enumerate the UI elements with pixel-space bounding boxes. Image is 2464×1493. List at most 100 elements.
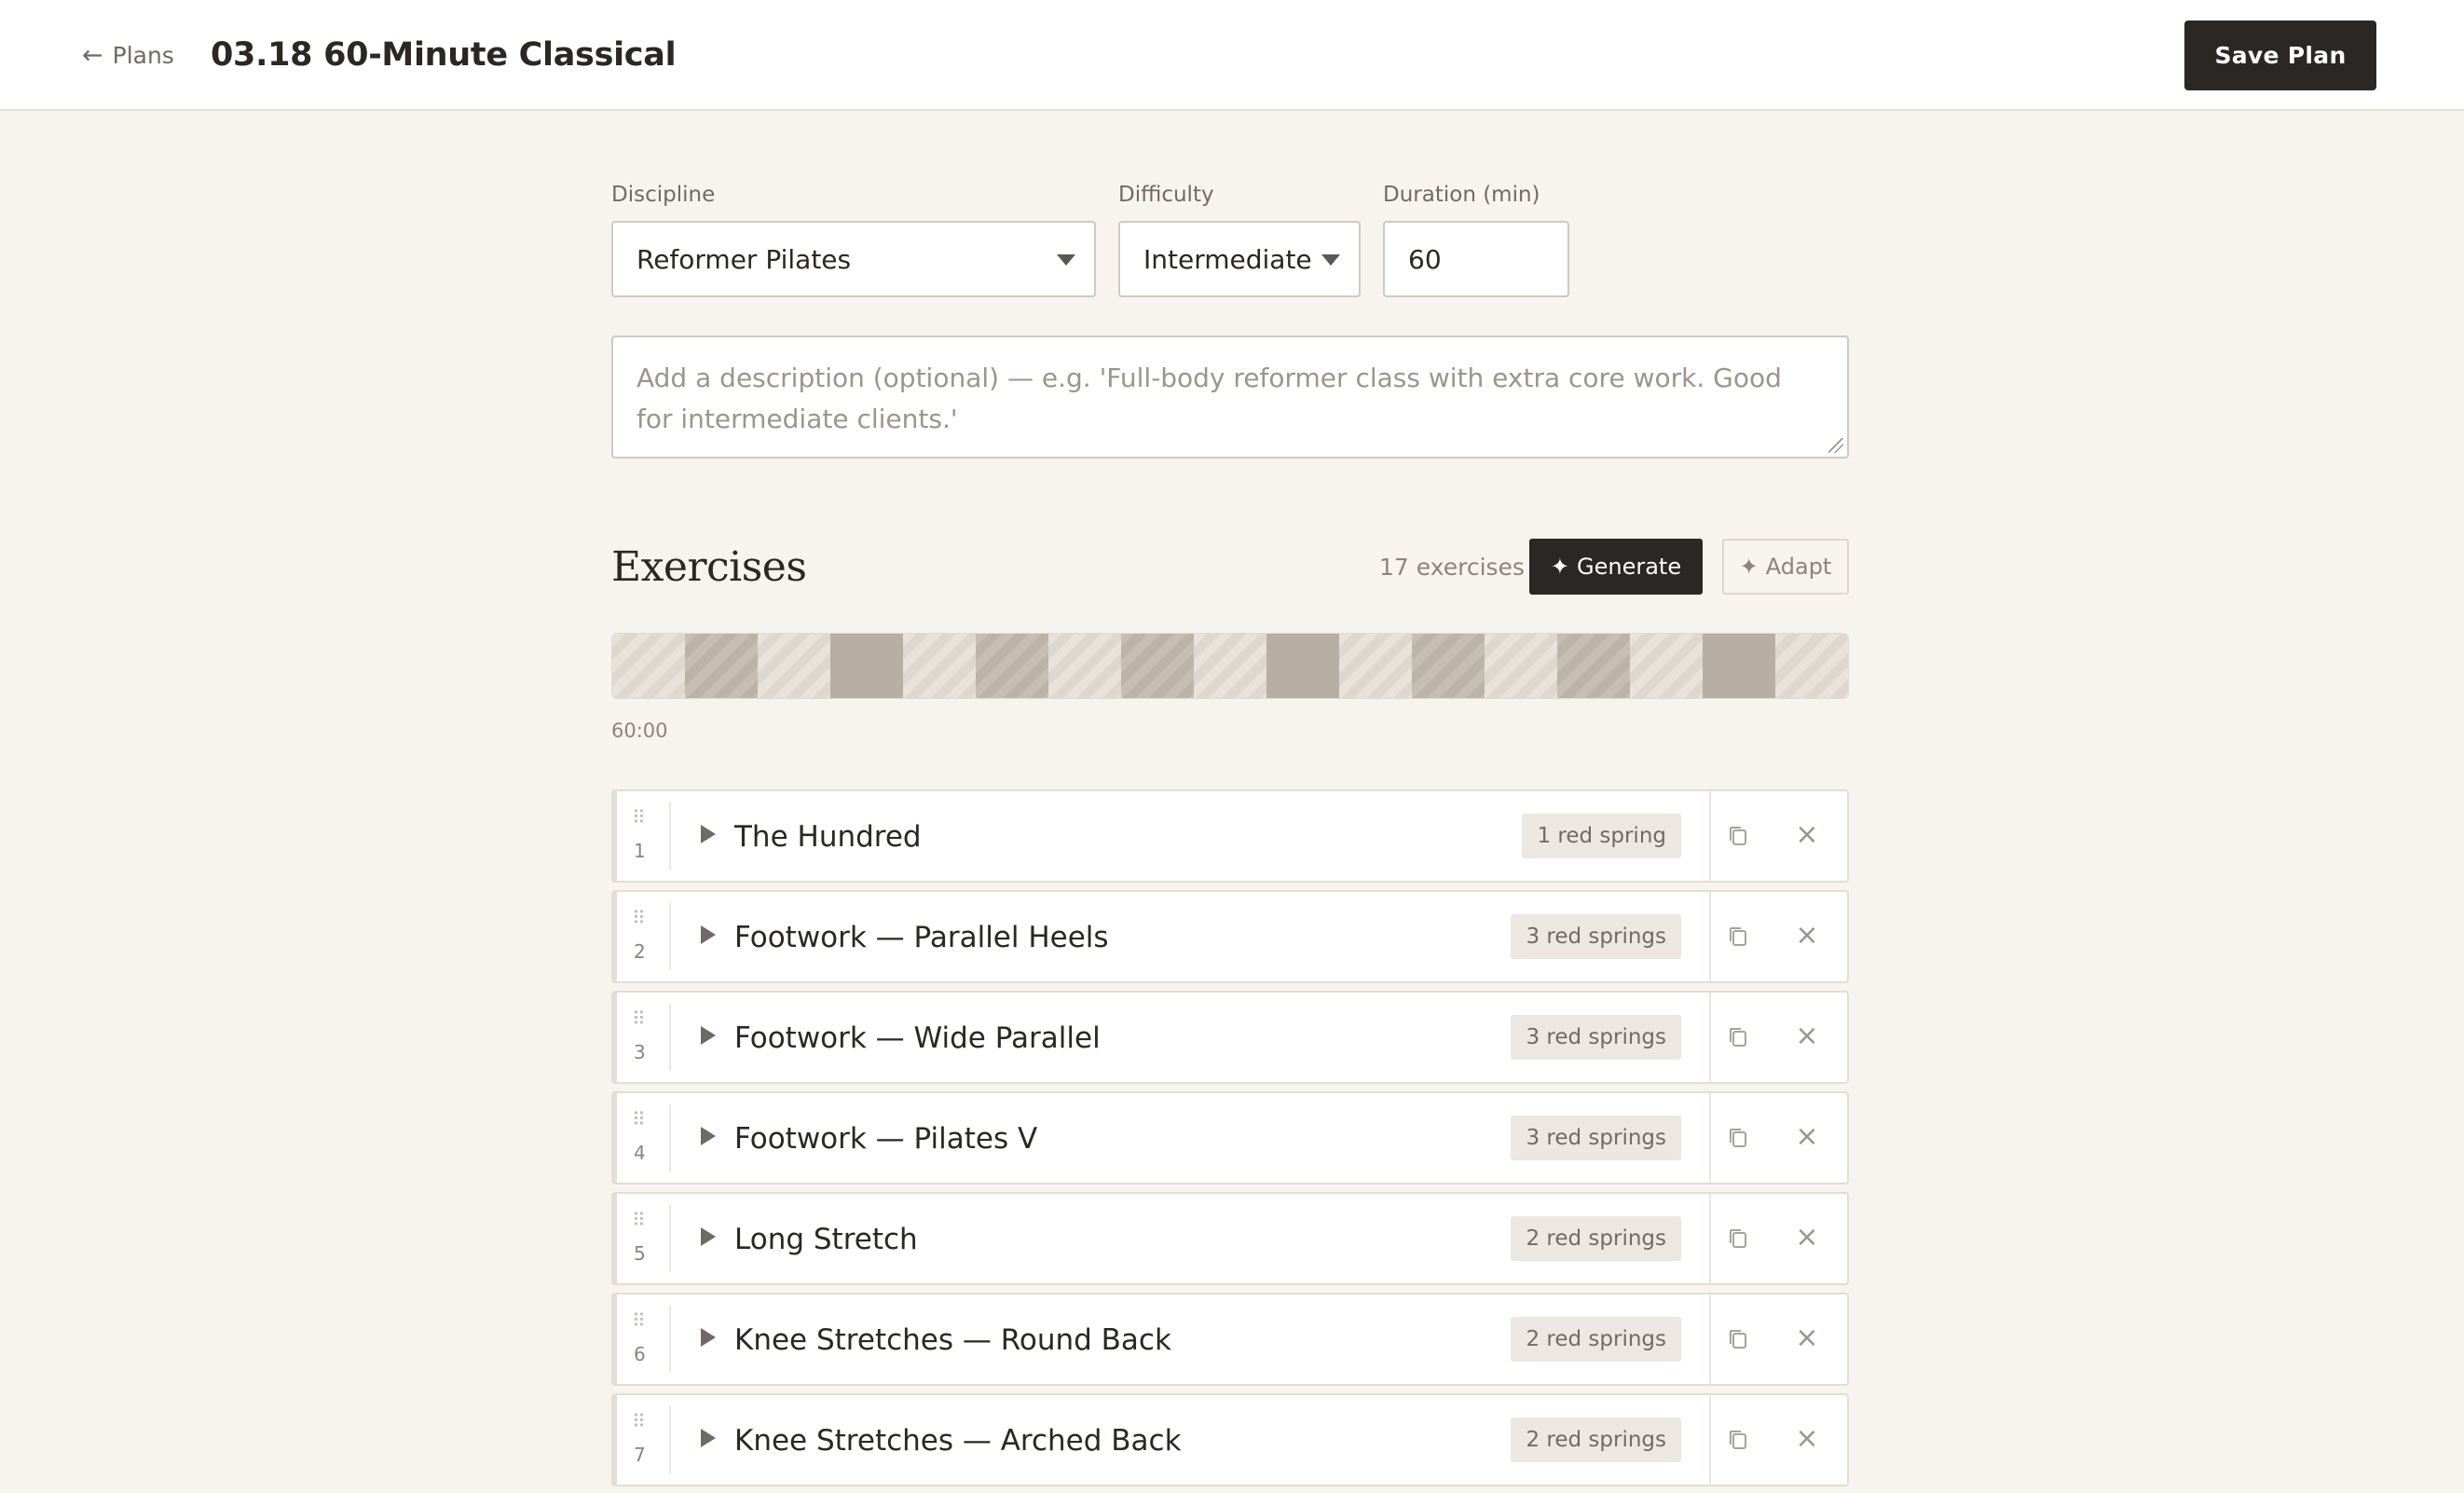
spring-badge: 3 red springs (1511, 1015, 1681, 1060)
sparkle-icon: ✦ (1550, 554, 1569, 580)
timeline-segment[interactable] (1557, 634, 1630, 698)
divider (1709, 791, 1711, 881)
exercise-row[interactable]: ⠿ 5 Long Stretch 2 red springs × (611, 1192, 1849, 1285)
timeline-segment[interactable] (1048, 634, 1121, 698)
close-icon[interactable]: × (1793, 1218, 1821, 1255)
divider (669, 903, 671, 970)
close-icon[interactable]: × (1793, 1117, 1821, 1155)
timeline-segment[interactable] (1121, 634, 1194, 698)
spring-badge: 2 red springs (1511, 1418, 1681, 1462)
divider (1709, 1294, 1711, 1384)
duplicate-icon[interactable] (1728, 1227, 1748, 1250)
exercise-number: 2 (634, 940, 646, 963)
generate-label: Generate (1577, 554, 1682, 580)
adapt-button[interactable]: ✦ Adapt (1722, 539, 1849, 595)
play-icon[interactable] (701, 825, 716, 843)
duplicate-icon[interactable] (1728, 1127, 1748, 1149)
duration-label: Duration (min) (1383, 183, 1540, 207)
divider (669, 1104, 671, 1171)
drag-handle-icon[interactable]: ⠿ (632, 1108, 646, 1130)
exercise-name: Footwork — Parallel Heels (734, 921, 1109, 954)
description-textarea[interactable]: Add a description (optional) — e.g. 'Ful… (611, 336, 1849, 459)
resize-grip-icon[interactable] (1828, 438, 1843, 453)
timeline-segment[interactable] (1412, 634, 1485, 698)
drag-handle-icon[interactable]: ⠿ (632, 806, 646, 829)
discipline-select[interactable]: Reformer Pilates (611, 221, 1096, 297)
play-icon[interactable] (701, 925, 716, 944)
divider (669, 802, 671, 870)
play-icon[interactable] (701, 1429, 716, 1447)
duplicate-icon[interactable] (1728, 1429, 1748, 1451)
difficulty-value: Intermediate (1143, 243, 1312, 275)
timeline-segment[interactable] (1194, 634, 1266, 698)
exercise-name: Knee Stretches — Round Back (734, 1323, 1171, 1357)
discipline-value: Reformer Pilates (637, 243, 852, 275)
exercise-number: 5 (634, 1242, 646, 1265)
close-icon[interactable]: × (1793, 815, 1821, 853)
close-icon[interactable]: × (1793, 1017, 1821, 1054)
exercises-heading: Exercises (611, 542, 807, 591)
total-time: 60:00 (611, 719, 668, 742)
save-plan-button[interactable]: Save Plan (2184, 21, 2376, 90)
timeline-segment[interactable] (612, 634, 685, 698)
close-icon[interactable]: × (1793, 916, 1821, 953)
timeline-segment[interactable] (1630, 634, 1703, 698)
play-icon[interactable] (701, 1127, 716, 1145)
divider (1709, 1093, 1711, 1183)
drag-handle-icon[interactable]: ⠿ (632, 1410, 646, 1432)
duration-timeline (611, 633, 1849, 699)
drag-handle-icon[interactable]: ⠿ (632, 1309, 646, 1332)
play-icon[interactable] (701, 1227, 716, 1246)
exercise-name: Footwork — Pilates V (734, 1122, 1038, 1156)
timeline-segment[interactable] (758, 634, 830, 698)
adapt-label: Adapt (1765, 554, 1832, 580)
exercise-row[interactable]: ⠿ 1 The Hundred 1 red spring × (611, 789, 1849, 883)
duplicate-icon[interactable] (1728, 925, 1748, 948)
play-icon[interactable] (701, 1026, 716, 1045)
timeline-segment[interactable] (1339, 634, 1412, 698)
duration-input[interactable]: 60 (1383, 221, 1569, 297)
chevron-down-icon (1057, 254, 1075, 266)
timeline-segment[interactable] (1775, 634, 1848, 698)
drag-handle-icon[interactable]: ⠿ (632, 907, 646, 929)
divider (1709, 993, 1711, 1082)
timeline-segment[interactable] (976, 634, 1048, 698)
exercise-row[interactable]: ⠿ 7 Knee Stretches — Arched Back 2 red spri… (611, 1393, 1849, 1486)
difficulty-select[interactable]: Intermediate (1118, 221, 1361, 297)
divider (669, 1205, 671, 1272)
exercise-row[interactable]: ⠿ 3 Footwork — Wide Parallel 3 red springs × (611, 991, 1849, 1084)
duplicate-icon[interactable] (1728, 1328, 1748, 1350)
drag-handle-icon[interactable]: ⠿ (632, 1007, 646, 1030)
difficulty-label: Difficulty (1118, 183, 1214, 207)
exercise-number: 6 (634, 1343, 646, 1365)
back-to-plans-link[interactable]: ← Plans (82, 37, 174, 73)
page-title: 03.18 60-Minute Classical (211, 36, 677, 74)
exercise-row[interactable]: ⠿ 6 Knee Stretches — Round Back 2 red sprin… (611, 1293, 1849, 1386)
exercise-name: Knee Stretches — Arched Back (734, 1424, 1182, 1458)
spring-badge: 2 red springs (1511, 1317, 1681, 1362)
drag-handle-icon[interactable]: ⠿ (632, 1209, 646, 1231)
timeline-segment[interactable] (903, 634, 976, 698)
play-icon[interactable] (701, 1328, 716, 1347)
description-placeholder: Add a description (optional) — e.g. 'Ful… (637, 363, 1782, 434)
close-icon[interactable]: × (1793, 1419, 1821, 1457)
divider (1709, 1395, 1711, 1485)
timeline-segment[interactable] (830, 634, 903, 698)
timeline-segment[interactable] (685, 634, 758, 698)
exercise-count: 17 exercises (1379, 553, 1525, 581)
divider (669, 1406, 671, 1473)
generate-button[interactable]: ✦ Generate (1529, 539, 1703, 595)
arrow-left-icon: ← (82, 40, 103, 70)
duplicate-icon[interactable] (1728, 1026, 1748, 1048)
exercise-row[interactable]: ⠿ 2 Footwork — Parallel Heels 3 red springs… (611, 890, 1849, 983)
timeline-segment[interactable] (1703, 634, 1775, 698)
exercise-name: Long Stretch (734, 1223, 918, 1256)
timeline-segment[interactable] (1485, 634, 1557, 698)
duplicate-icon[interactable] (1728, 825, 1748, 847)
exercise-number: 1 (634, 840, 646, 862)
discipline-label: Discipline (611, 183, 716, 207)
timeline-segment[interactable] (1266, 634, 1339, 698)
close-icon[interactable]: × (1793, 1319, 1821, 1356)
spring-badge: 2 red springs (1511, 1216, 1681, 1261)
exercise-row[interactable]: ⠿ 4 Footwork — Pilates V 3 red springs × (611, 1091, 1849, 1185)
